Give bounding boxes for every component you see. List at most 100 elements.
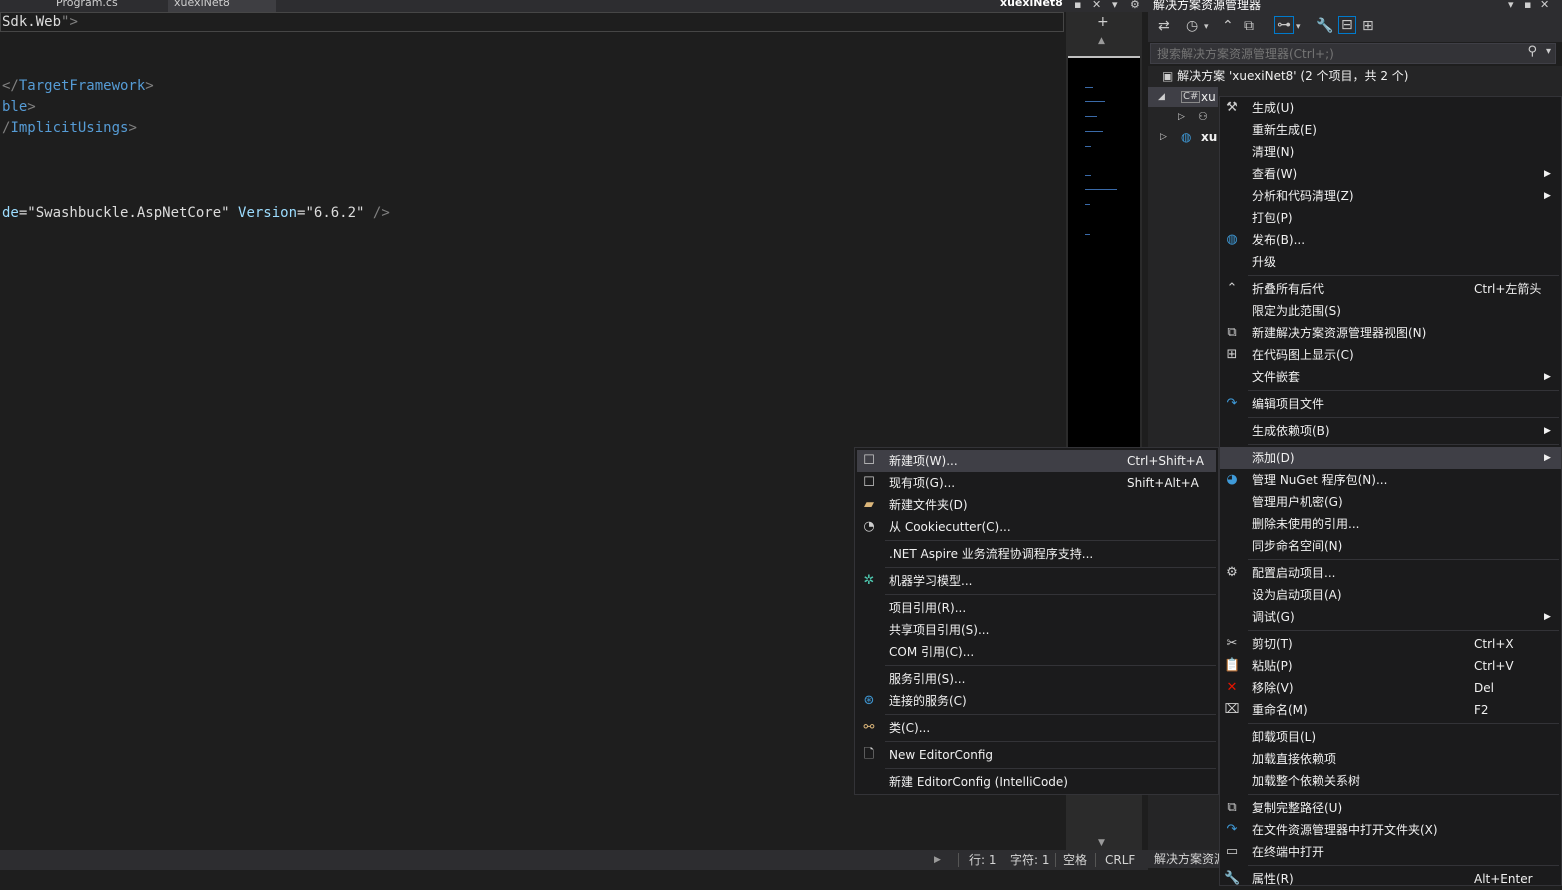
close-icon[interactable]: ✕ — [1540, 0, 1549, 11]
sync-icon[interactable]: ⇄ — [1158, 18, 1170, 34]
split-icon[interactable]: + — [1097, 14, 1109, 30]
menu-item-existing-item[interactable]: ☐ 现有项(G)... Shift+Alt+A — [855, 472, 1218, 494]
code-token: de — [2, 205, 19, 221]
scroll-right-icon[interactable]: ▶ — [934, 850, 941, 870]
menu-item-scope[interactable]: 限定为此范围(S) — [1220, 300, 1561, 322]
history-icon[interactable]: ◷ — [1186, 18, 1198, 34]
collapse-all-icon[interactable]: ⌃ — [1222, 18, 1234, 34]
menu-item-analyze[interactable]: 分析和代码清理(Z) ▶ — [1220, 185, 1561, 207]
line-indicator[interactable]: 行: 1 — [969, 850, 997, 870]
menu-item-add[interactable]: 添加(D) ▶ — [1220, 447, 1561, 469]
menu-item-new-folder[interactable]: ▰ 新建文件夹(D) — [855, 494, 1218, 516]
menu-item-new-editorconfig-intellicode[interactable]: 新建 EditorConfig (IntelliCode) — [855, 771, 1218, 793]
whitespace-indicator[interactable]: 空格 — [1063, 850, 1087, 870]
menu-item-aspire[interactable]: .NET Aspire 业务流程协调程序支持... — [855, 543, 1218, 565]
collapsed-arrow-icon[interactable]: ▷ — [1160, 127, 1167, 147]
menu-item-cut[interactable]: ✂ 剪切(T) Ctrl+X — [1220, 633, 1561, 655]
tree-node-solution[interactable]: ▣ 解决方案 'xuexiNet8' (2 个项目，共 2 个) — [1162, 66, 1409, 86]
menu-item-ml-model[interactable]: ✲ 机器学习模型... — [855, 570, 1218, 592]
tree-node-project-2[interactable]: ▷ ◍ xu — [1148, 127, 1218, 147]
menu-item-code-map[interactable]: ⊞ 在代码图上显示(C) — [1220, 344, 1561, 366]
pin-icon[interactable]: ▪ — [1524, 0, 1531, 11]
menu-item-new-item[interactable]: ☐ 新建项(W)... Ctrl+Shift+A — [857, 450, 1216, 472]
menu-item-build-deps[interactable]: 生成依赖项(B) ▶ — [1220, 420, 1561, 442]
gear-icon[interactable]: ⚙ — [1130, 0, 1140, 11]
menu-item-properties[interactable]: 🔧 属性(R) Alt+Enter — [1220, 868, 1561, 890]
menu-item-load-dep-tree[interactable]: 加载整个依赖关系树 — [1220, 770, 1561, 792]
menu-item-new-editorconfig[interactable]: 🗋 New EditorConfig — [855, 744, 1218, 766]
menu-item-set-startup[interactable]: 设为启动项目(A) — [1220, 584, 1561, 606]
menu-item-label: 管理 NuGet 程序包(N)... — [1252, 473, 1388, 487]
chevron-down-icon[interactable]: ▾ — [1546, 46, 1551, 57]
menu-item-edit-project[interactable]: ↷ 编辑项目文件 — [1220, 393, 1561, 415]
pin-icon[interactable]: ▪ — [1074, 0, 1081, 11]
collapsed-arrow-icon[interactable]: ▷ — [1178, 107, 1185, 127]
menu-item-label: 在代码图上显示(C) — [1252, 348, 1354, 362]
solution-explorer-bottom-tab[interactable]: 解决方案资源 — [1148, 850, 1228, 868]
menu-item-connected-service[interactable]: ⊛ 连接的服务(C) — [855, 690, 1218, 712]
menu-item-open-terminal[interactable]: ▭ 在终端中打开 — [1220, 841, 1561, 863]
menu-item-remove[interactable]: ✕ 移除(V) Del — [1220, 677, 1561, 699]
menu-item-remove-unused-refs[interactable]: 删除未使用的引用... — [1220, 513, 1561, 535]
search-input[interactable] — [1155, 46, 1519, 62]
menu-item-debug[interactable]: 调试(G) ▶ — [1220, 606, 1561, 628]
menu-item-open-folder[interactable]: ↷ 在文件资源管理器中打开文件夹(X) — [1220, 819, 1561, 841]
nuget-icon: ◕ — [1226, 472, 1238, 487]
chevron-down-icon[interactable]: ▾ — [1508, 0, 1514, 11]
menu-item-new-view[interactable]: ⧉ 新建解决方案资源管理器视图(N) — [1220, 322, 1561, 344]
menu-item-unload[interactable]: 卸载项目(L) — [1220, 726, 1561, 748]
copy-icon[interactable]: ⧉ — [1244, 18, 1254, 34]
menu-item-sync-namespaces[interactable]: 同步命名空间(N) — [1220, 535, 1561, 557]
menu-item-label: 加载整个依赖关系树 — [1252, 774, 1361, 788]
expanded-arrow-icon[interactable]: ◢ — [1158, 87, 1165, 107]
close-icon[interactable]: ✕ — [1092, 0, 1101, 11]
menu-item-rename[interactable]: ⌧ 重命名(M) F2 — [1220, 699, 1561, 721]
add-submenu: ☐ 新建项(W)... Ctrl+Shift+A ☐ 现有项(G)... Shift+A… — [854, 447, 1219, 795]
menu-item-cookiecutter[interactable]: ◔ 从 Cookiecutter(C)... — [855, 516, 1218, 538]
tab-xuexinet8[interactable]: xuexiNet8 — [168, 0, 276, 12]
tab-program-cs[interactable]: Program.cs — [50, 0, 165, 12]
menu-item-build[interactable]: ⚒ 生成(U) — [1220, 97, 1561, 119]
line-ending-indicator[interactable]: CRLF — [1105, 850, 1135, 870]
menu-item-clean[interactable]: 清理(N) — [1220, 141, 1561, 163]
menu-item-view[interactable]: 查看(W) ▶ — [1220, 163, 1561, 185]
menu-item-publish[interactable]: ◍ 发布(B)... — [1220, 229, 1561, 251]
chevron-down-icon[interactable]: ▾ — [1296, 22, 1301, 32]
menu-item-service-ref[interactable]: 服务引用(S)... — [855, 668, 1218, 690]
tree-node-project[interactable]: ◢ C# xu — [1148, 87, 1218, 107]
hierarchy-icon[interactable]: ⊞ — [1362, 18, 1374, 34]
tree-node-dependencies[interactable]: ▷ ⚇ — [1148, 107, 1218, 127]
menu-item-user-secrets[interactable]: 管理用户机密(G) — [1220, 491, 1561, 513]
minimap-viewport[interactable] — [1068, 56, 1140, 58]
menu-item-copy-path[interactable]: ⧉ 复制完整路径(U) — [1220, 797, 1561, 819]
chevron-down-icon[interactable]: ▾ — [1204, 22, 1209, 32]
menu-item-project-ref[interactable]: 项目引用(R)... — [855, 597, 1218, 619]
code-minimap[interactable] — [1068, 57, 1140, 447]
menu-item-com-ref[interactable]: COM 引用(C)... — [855, 641, 1218, 663]
chevron-down-icon[interactable]: ▾ — [1112, 0, 1118, 11]
menu-item-shortcut: F2 — [1474, 703, 1489, 717]
menu-item-collapse-all[interactable]: ⌃ 折叠所有后代 Ctrl+左箭头 — [1220, 278, 1561, 300]
globe-icon: ◍ — [1226, 232, 1238, 247]
search-icon[interactable]: ⚲ — [1527, 44, 1537, 59]
menu-item-label: 移除(V) — [1252, 681, 1294, 695]
filter-icon[interactable]: ⊶ — [1274, 16, 1294, 34]
menu-item-class[interactable]: ⚯ 类(C)... — [855, 717, 1218, 739]
menu-item-load-direct-deps[interactable]: 加载直接依赖项 — [1220, 748, 1561, 770]
wrench-icon[interactable]: 🔧 — [1316, 18, 1333, 34]
menu-item-file-nesting[interactable]: 文件嵌套 ▶ — [1220, 366, 1561, 388]
menu-item-upgrade[interactable]: 升级 — [1220, 251, 1561, 273]
minimap-line — [1085, 234, 1090, 235]
menu-item-paste[interactable]: 📋 粘贴(P) Ctrl+V — [1220, 655, 1561, 677]
menu-item-pack[interactable]: 打包(P) — [1220, 207, 1561, 229]
preview-icon[interactable]: ⊟ — [1338, 16, 1356, 34]
scroll-down-icon[interactable]: ▼ — [1098, 838, 1105, 848]
menu-item-nuget[interactable]: ◕ 管理 NuGet 程序包(N)... — [1220, 469, 1561, 491]
char-indicator[interactable]: 字符: 1 — [1010, 850, 1050, 870]
menu-item-rebuild[interactable]: 重新生成(E) — [1220, 119, 1561, 141]
menu-item-shared-project-ref[interactable]: 共享项目引用(S)... — [855, 619, 1218, 641]
build-icon: ⚒ — [1226, 100, 1238, 115]
wrench-icon: 🔧 — [1224, 871, 1241, 886]
scroll-up-icon[interactable]: ▲ — [1098, 36, 1105, 46]
menu-item-configure-startup[interactable]: ⚙ 配置启动项目... — [1220, 562, 1561, 584]
